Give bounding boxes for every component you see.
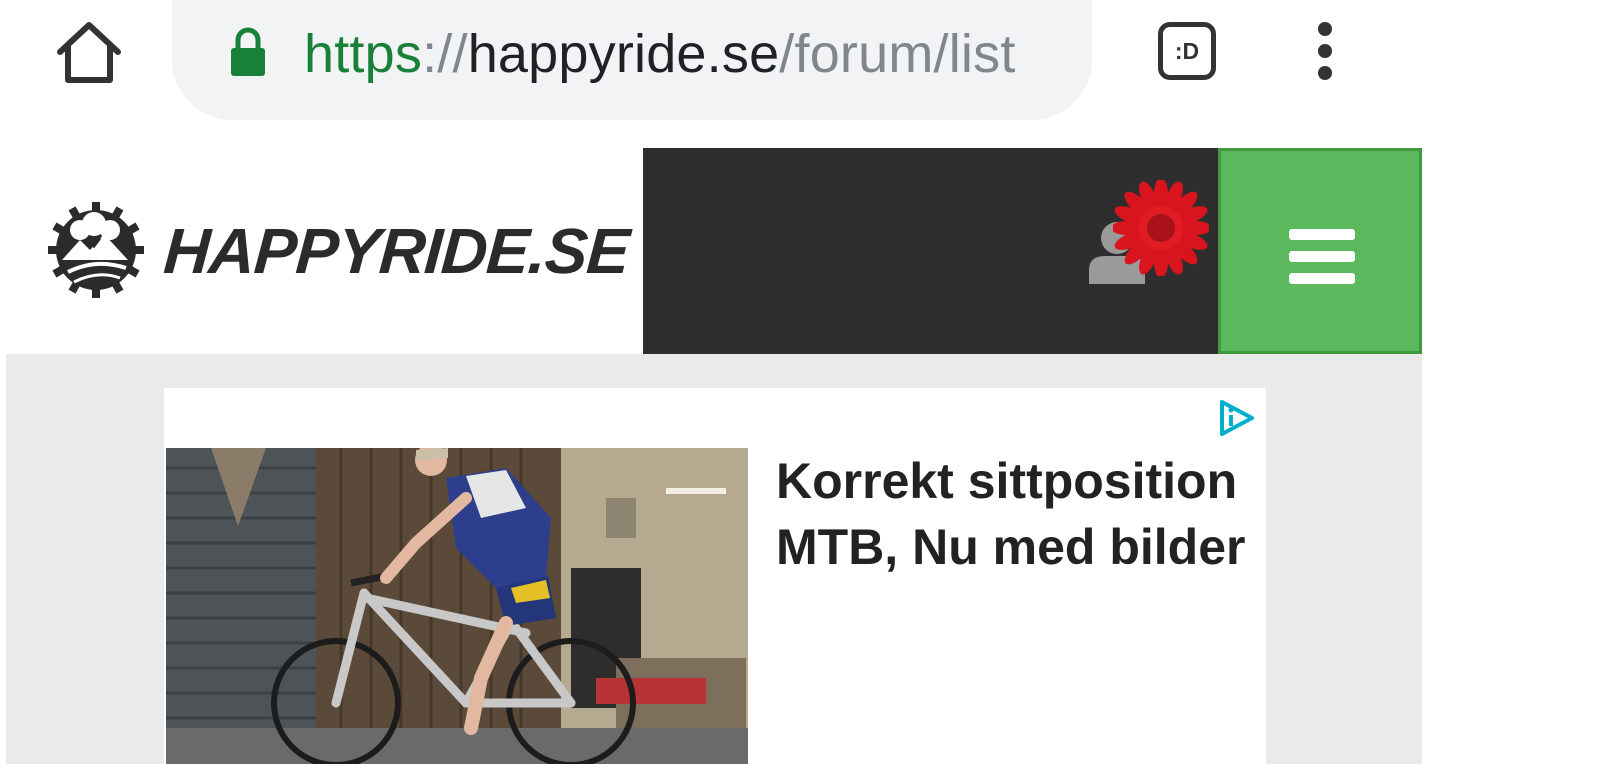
ad-choices-icon[interactable] [1216,398,1256,438]
hamburger-bar [1289,251,1355,262]
url-scheme: https [304,24,423,84]
home-icon [57,22,121,83]
site-logo-text: HAPPYRIDE.SE [161,215,632,287]
url-host: happyride.se [467,24,780,84]
flower-icon[interactable] [1113,180,1209,276]
browser-toolbar: https://happyride.se/forum/list :D [0,0,1600,148]
more-vert-icon[interactable] [1310,22,1340,82]
lock-icon[interactable] [228,26,268,78]
url-separator: :// [422,24,468,84]
hamburger-bar [1289,273,1355,284]
header-bar [643,148,1218,354]
home-button[interactable] [54,20,124,86]
site-logo[interactable]: HAPPYRIDE.SE [6,148,643,354]
tab-switcher-button[interactable]: :D [1158,22,1216,80]
site-header: HAPPYRIDE.SE [6,148,1422,354]
ad-card[interactable]: Korrekt sittposition MTB, Nu med bilder [164,388,1266,764]
url-path: /forum/list [779,24,1016,84]
tab-switcher-icon: :D [1174,38,1200,64]
web-page: HAPPYRIDE.SE Korrekt sittposition MTB, N… [6,148,1422,764]
ad-image[interactable] [166,448,748,764]
url-text[interactable]: https://happyride.se/forum/list [304,22,1016,86]
address-bar[interactable]: https://happyride.se/forum/list [172,0,1092,120]
hamburger-menu-icon [1289,229,1355,240]
ad-headline[interactable]: Korrekt sittposition MTB, Nu med bilder [776,448,1256,580]
cyclist-photo [166,448,748,764]
hamburger-menu-button[interactable] [1218,148,1422,354]
logo-badge-icon [48,202,144,298]
